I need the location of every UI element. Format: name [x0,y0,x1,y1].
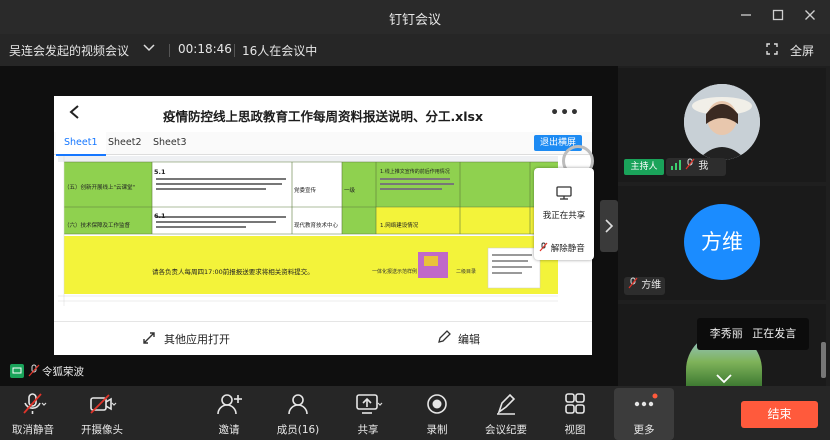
members-icon [288,394,308,415]
cell-row2-number: 6.1 [154,212,166,220]
unmute-button[interactable]: 取消静音 [3,386,63,440]
signal-icon [671,160,681,170]
toolbar-label: 共享 [357,424,379,436]
fullscreen-label[interactable]: 全屏 [790,42,814,59]
panel-scrollbar[interactable] [821,342,826,378]
meeting-timer: 00:18:46 [178,42,232,56]
members-button[interactable]: 成员(16) [268,386,328,440]
cell-row2-dept: 现代教育技术中心 [294,223,339,229]
more-dots-icon [634,393,658,407]
record-icon [427,394,447,414]
toolbar-label: 开摄像头 [81,424,123,436]
avatar: 方维 [684,204,760,280]
sheet-tabs: Sheet1 Sheet2 Sheet3 退出横屏 [54,132,592,156]
document-title: 疫情防控线上思政教育工作每周资料报送说明、分工.xlsx [162,109,484,124]
chevron-down-icon[interactable] [142,40,156,57]
open-other-app-button[interactable]: 其他应用打开 [164,331,230,347]
edit-button[interactable]: 编辑 [458,331,480,347]
minimize-button[interactable] [737,8,755,26]
me-label: 我 [698,161,709,172]
grid-view-icon [565,393,585,414]
unmute-label: 解除静音 [550,244,585,254]
more-dots-icon[interactable]: ••• [550,105,580,121]
maximize-icon [772,9,784,21]
camera-off-icon [90,394,117,414]
participant-name-chip: 方维 [624,277,666,295]
title-bar: 钉钉会议 [0,0,830,34]
share-button[interactable]: 共享 [338,386,398,440]
speaker-name: 李秀丽 [709,327,743,340]
invite-button[interactable]: 邀请 [199,386,259,440]
close-icon [805,10,815,20]
maximize-button[interactable] [769,8,787,26]
mic-off-icon [539,242,548,252]
camera-button[interactable]: 开摄像头 [72,386,132,440]
cell-row2-note: 1.网络建设情况 [380,223,419,229]
shared-document: 疫情防控线上思政教育工作每周资料报送说明、分工.xlsx ••• Sheet1 … [54,96,592,355]
document-bottom-bar: 其他应用打开 编辑 [54,321,592,355]
close-button[interactable] [801,8,819,26]
minutes-icon [497,393,516,415]
mic-off-icon [23,393,47,414]
share-floating-panel: 我正在共享 解除静音 [534,168,594,260]
notice-right-text-2: 二级目录 [456,269,477,275]
pencil-icon[interactable] [437,330,451,347]
more-button[interactable]: 更多 [614,386,674,440]
end-meeting-button[interactable]: 结束 [741,401,818,428]
chevron-right-icon [605,219,614,233]
meeting-name[interactable]: 吴连会发起的视频会议 [9,42,129,59]
spreadsheet-grid[interactable] [58,156,558,306]
toolbar-label: 更多 [633,424,655,436]
notice-text: 请各负责人每周四17:00前报报送要求将相关资料提交。 [152,268,314,276]
tab-sheet1[interactable]: Sheet1 [56,132,106,156]
participant-name: 方维 [641,280,662,291]
cell-row1-level: 一级 [344,188,356,194]
toolbar-label: 取消静音 [12,424,54,436]
speaking-indicator: 李秀丽 正在发言 [697,318,809,350]
cell-row1-dept: 党委宣传 [294,188,317,194]
minimize-icon [741,14,751,16]
toolbar-label: 录制 [426,424,448,436]
avatar [684,84,760,160]
tab-sheet2[interactable]: Sheet2 [100,132,150,154]
window-title: 钉钉会议 [388,13,441,28]
meeting-info-bar: 吴连会发起的视频会议 00:18:46 16人在会议中 全屏 [0,34,830,66]
record-button[interactable]: 录制 [407,386,467,440]
chevron-down-icon[interactable] [714,370,734,384]
expand-icon[interactable] [142,331,156,348]
collapse-panel-button[interactable] [600,200,618,252]
cell-row1-number: 5.1 [154,168,166,176]
host-badge: 主持人 [624,159,664,175]
notice-right-text: 一体化报送示范样例 [372,269,418,275]
toolbar-label: 成员(16) [276,424,320,436]
toolbar-label: 视图 [564,424,586,436]
toolbar-label: 会议纪要 [485,424,527,436]
cell-row1-item: （五）创新开展线上"云课堂" [64,185,136,191]
toolbar-label: 邀请 [218,424,240,436]
speaker-status: 正在发言 [752,327,797,340]
add-user-icon [217,394,242,415]
share-screen-icon [356,394,383,414]
meeting-minutes-button[interactable]: 会议纪要 [476,386,536,440]
cell-row1-note: 1.线上推文宣传的前后作用情况 [380,169,450,175]
tab-sheet3[interactable]: Sheet3 [145,132,195,154]
participants-count: 16人在会议中 [242,44,318,58]
fullscreen-icon[interactable] [766,43,778,58]
cell-row2-item: （六）技术保障及工作监督 [64,223,131,229]
view-button[interactable]: 视图 [545,386,605,440]
me-name-chip: 我 [666,158,726,176]
screen-share-icon[interactable] [556,186,572,200]
unmute-button[interactable]: 解除静音 [539,242,585,254]
mic-off-icon [628,277,638,289]
sharing-status-label: 我正在共享 [542,211,586,221]
mic-off-icon [685,158,695,170]
